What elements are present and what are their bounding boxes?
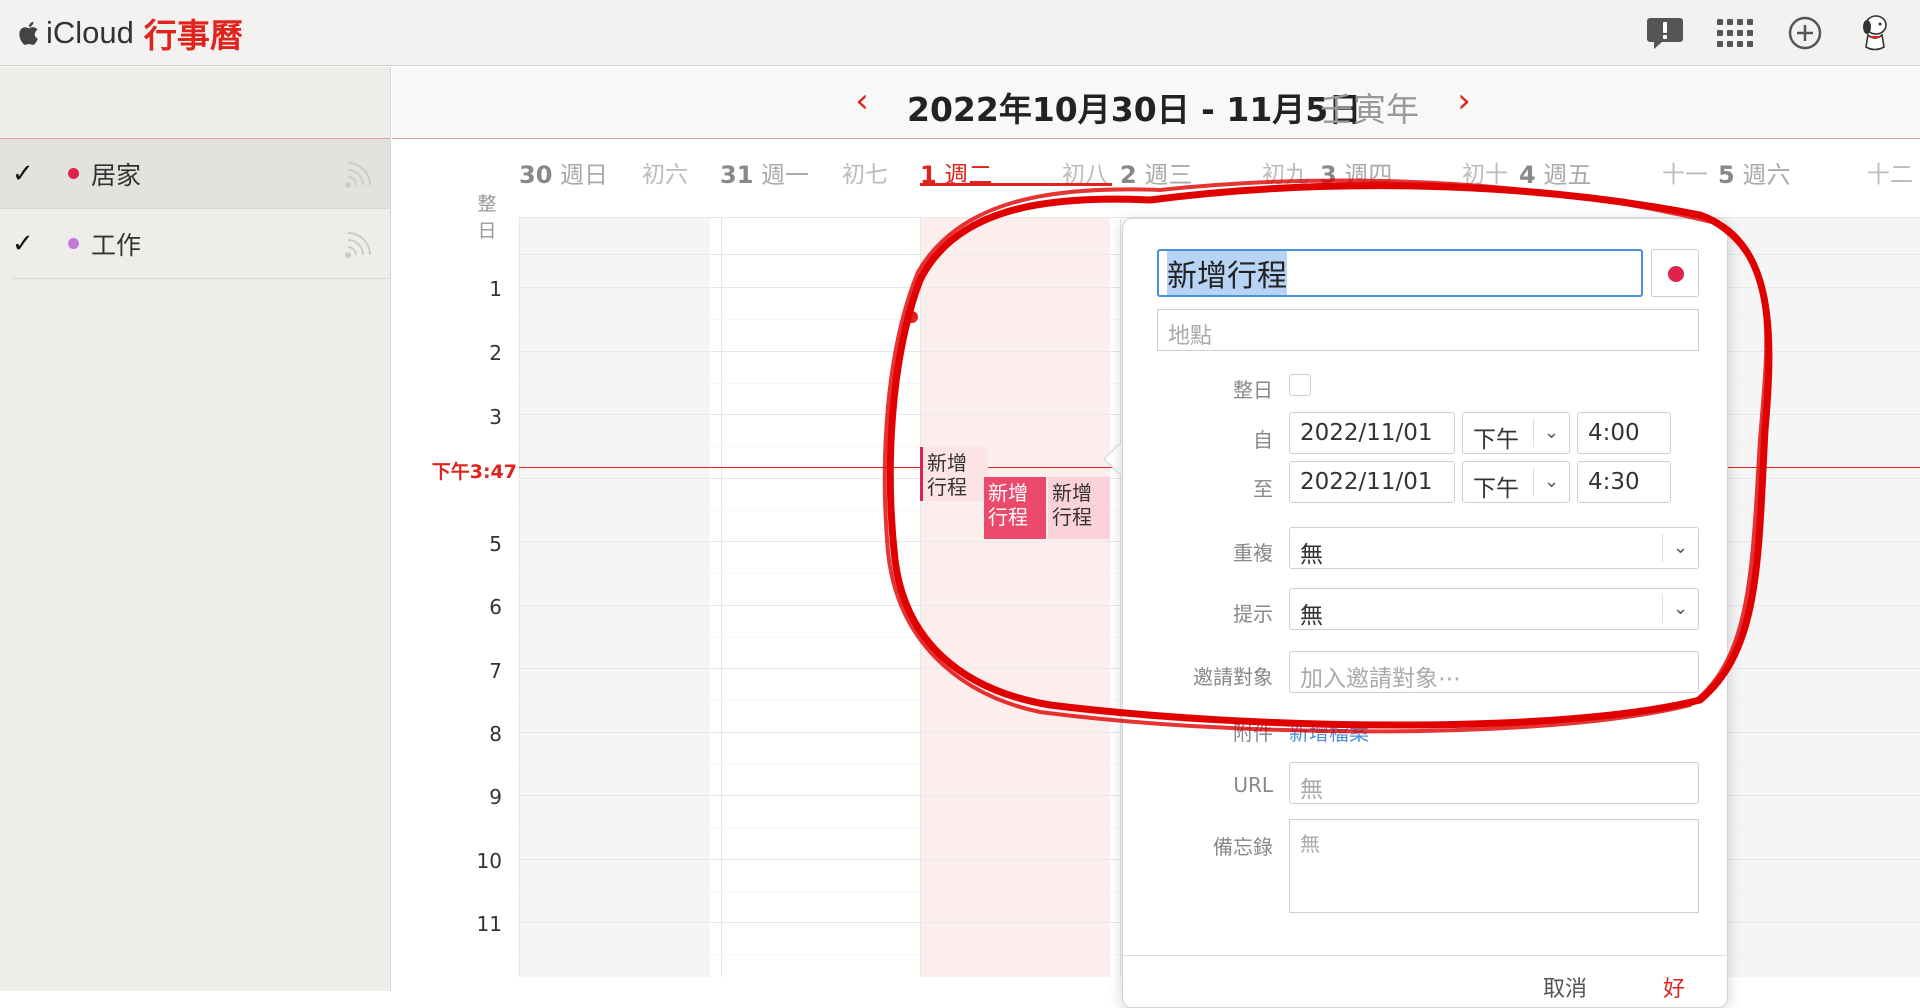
alert-label: 提示 [1233, 602, 1273, 626]
event-title-input[interactable]: 新增行程 [1157, 249, 1643, 297]
notes-label: 備忘錄 [1213, 835, 1273, 859]
hour-label: 1 [489, 277, 502, 301]
prev-week-button[interactable]: ‹ [842, 81, 882, 121]
allday-checkbox[interactable] [1289, 374, 1311, 396]
new-event-popover: 新增行程 地點 整日 自 2022/11/01 下午 ⌄ 4:00 至 2022/… [1122, 218, 1729, 1008]
brand[interactable]: iCloud 行事曆 [14, 10, 243, 56]
lunar-date: 十二 [1867, 162, 1913, 188]
today-underline [920, 183, 1112, 186]
day-column[interactable] [519, 217, 710, 977]
allday-label: 整日 [1233, 378, 1273, 402]
checkmark-icon[interactable]: ✓ [12, 229, 46, 259]
apps-grid-icon[interactable] [1710, 8, 1760, 58]
cancel-button[interactable]: 取消 [1543, 971, 1587, 1003]
calendar-item-work[interactable]: ✓ 工作 [12, 209, 390, 279]
from-label: 自 [1253, 428, 1273, 452]
calendar-color-dot [68, 168, 79, 179]
repeat-select[interactable]: 無 ⌄ [1289, 527, 1699, 569]
top-bar: iCloud 行事曆 [0, 0, 1920, 66]
lunar-year: 壬寅年 [1320, 90, 1419, 129]
url-label: URL [1233, 773, 1273, 797]
event-title: 新增 [1052, 481, 1092, 505]
date-range-title: 2022年10月30日 - 11月5日 [907, 90, 1362, 129]
day-header[interactable]: 4 週五 [1519, 155, 1591, 189]
location-input[interactable]: 地點 [1157, 309, 1699, 351]
url-input[interactable]: 無 [1289, 762, 1699, 804]
event-block-selected[interactable]: 新增 行程 [984, 477, 1046, 539]
brand-icloud: iCloud [46, 15, 134, 50]
to-ampm-select[interactable]: 下午 ⌄ [1462, 461, 1570, 503]
day-header[interactable]: 3 週四 [1320, 155, 1392, 189]
allday-label: 整日 [477, 193, 497, 242]
share-broadcast-icon[interactable] [342, 157, 376, 191]
top-toolbar [1640, 8, 1920, 58]
day-header[interactable]: 30 週日 [519, 155, 608, 189]
lunar-date: 初十 [1462, 162, 1508, 188]
sidebar-header [0, 67, 390, 139]
share-broadcast-icon[interactable] [342, 227, 376, 261]
calendar-color-dot [68, 238, 79, 249]
attachment-label: 附件 [1233, 721, 1273, 745]
alert-select[interactable]: 無 ⌄ [1289, 588, 1699, 630]
next-week-button[interactable]: › [1444, 81, 1484, 121]
event-title: 行程 [1052, 505, 1092, 529]
from-date-field[interactable]: 2022/11/01 [1289, 412, 1455, 454]
lunar-date: 十一 [1662, 162, 1708, 188]
lunar-date: 初七 [842, 162, 888, 188]
hour-label: 3 [489, 405, 502, 429]
hour-label: 11 [476, 912, 502, 936]
event-title: 行程 [988, 505, 1028, 529]
invitees-label: 邀請對象 [1193, 665, 1273, 689]
lunar-date: 初六 [642, 162, 688, 188]
invitees-input[interactable]: 加入邀請對象⋯ [1289, 651, 1699, 693]
hour-label: 9 [489, 785, 502, 809]
calendar-item-home[interactable]: ✓ 居家 [0, 139, 390, 209]
hour-label: 7 [489, 659, 502, 683]
event-block[interactable]: 新增 行程 [920, 447, 988, 501]
add-file-link[interactable]: 新增檔案 [1289, 717, 1369, 746]
current-time-dot [906, 311, 918, 323]
day-header[interactable]: 2 週三 [1120, 155, 1192, 189]
day-header[interactable]: 31 週一 [720, 155, 809, 189]
apple-logo-icon [19, 21, 38, 45]
event-block[interactable]: 新增 行程 [1048, 477, 1110, 539]
checkmark-icon[interactable]: ✓ [12, 159, 46, 189]
current-time-label: 下午3:47 [431, 461, 517, 483]
lunar-date: 初九 [1262, 162, 1308, 188]
hour-label: 8 [489, 722, 502, 746]
hour-label: 2 [489, 341, 502, 365]
to-date-field[interactable]: 2022/11/01 [1289, 461, 1455, 503]
hour-label: 10 [476, 849, 502, 873]
day-column-today[interactable] [920, 217, 1110, 977]
repeat-label: 重複 [1233, 541, 1273, 565]
popover-footer [1123, 955, 1729, 956]
calendar-color-button[interactable] [1651, 249, 1699, 297]
brand-app-name: 行事曆 [143, 16, 243, 55]
day-header[interactable]: 5 週六 [1718, 155, 1790, 189]
confirm-button[interactable]: 好 [1663, 971, 1685, 1003]
avatar[interactable] [1850, 8, 1900, 58]
day-column[interactable] [1719, 217, 1920, 977]
to-time-field[interactable]: 4:30 [1577, 461, 1671, 503]
add-icon[interactable] [1780, 8, 1830, 58]
event-title: 行程 [927, 475, 967, 499]
sidebar: ✓ 居家 ✓ 工作 [0, 67, 391, 991]
to-label: 至 [1253, 477, 1273, 501]
calendar-name: 居家 [91, 160, 142, 190]
event-title: 新增 [988, 481, 1028, 505]
from-ampm-select[interactable]: 下午 ⌄ [1462, 412, 1570, 454]
notes-input[interactable]: 無 [1289, 819, 1699, 913]
from-time-field[interactable]: 4:00 [1577, 412, 1671, 454]
week-header: ‹ 2022年10月30日 - 11月5日 壬寅年 › [392, 67, 1920, 139]
feedback-icon[interactable] [1640, 8, 1690, 58]
chevron-down-icon: ⌄ [1533, 419, 1569, 447]
day-column[interactable] [721, 217, 910, 977]
chevron-down-icon: ⌄ [1662, 595, 1698, 623]
chevron-down-icon: ⌄ [1533, 468, 1569, 496]
chevron-down-icon: ⌄ [1662, 534, 1698, 562]
event-title: 新增 [927, 451, 967, 475]
calendar-name: 工作 [91, 230, 142, 260]
hour-label: 5 [489, 532, 502, 556]
hour-label: 6 [489, 595, 502, 619]
